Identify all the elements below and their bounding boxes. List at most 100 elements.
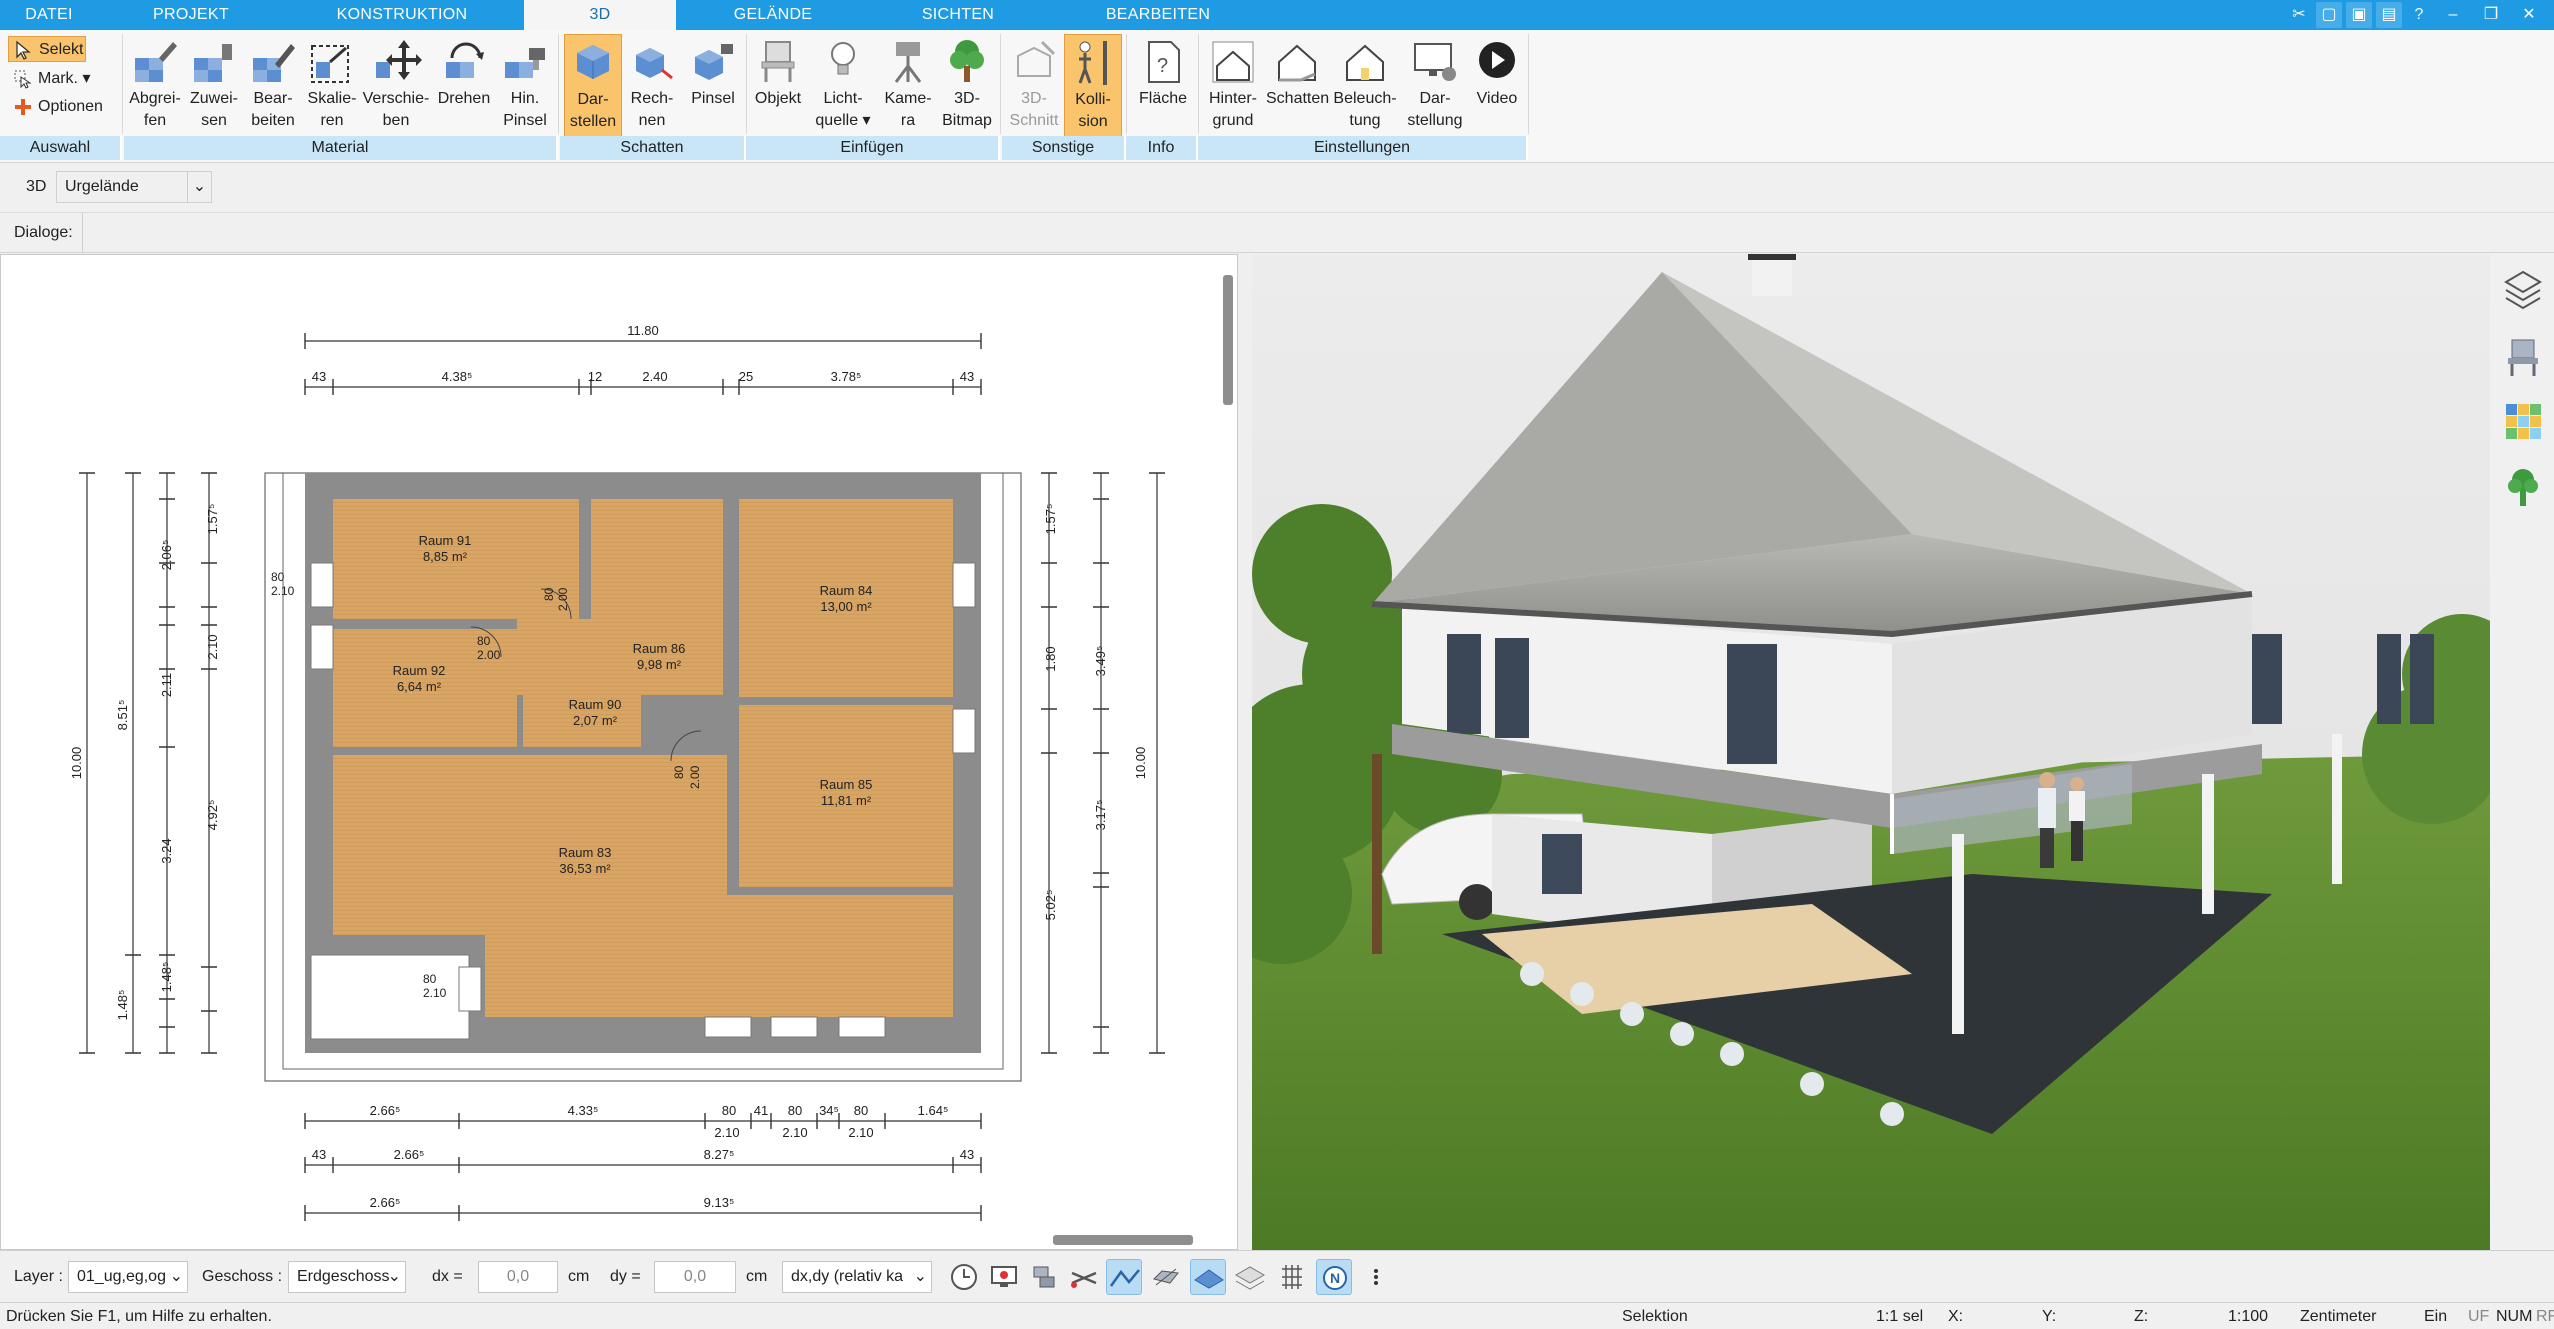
room-83-name: Raum 83 — [559, 845, 612, 860]
bottom-toolbar: Layer : 01_ug,eg,og ⌄ Geschoss : Erdgesc… — [0, 1250, 2554, 1302]
plane-icon[interactable] — [1190, 1259, 1226, 1295]
scale-material-button[interactable]: Skalie- ren — [304, 34, 360, 138]
monitor-record-icon[interactable] — [986, 1259, 1022, 1295]
svg-text:41: 41 — [754, 1103, 768, 1118]
chevron-down-icon: ⌄ — [187, 172, 211, 202]
mark-button[interactable]: Mark. ▾ — [8, 66, 90, 92]
options-button[interactable]: Optionen — [8, 94, 103, 120]
horizontal-scrollbar[interactable] — [1053, 1235, 1193, 1245]
window-controls: ✂ ▢ ▣ ▤ ? – ❐ ✕ — [2286, 2, 2546, 28]
person-wall-icon — [1078, 41, 1107, 85]
dy-unit: cm — [746, 1268, 768, 1285]
tab-projekt[interactable]: PROJEKT — [98, 0, 284, 30]
compute-shadow-button[interactable]: Rech- nen — [622, 34, 682, 138]
plants-icon[interactable] — [2504, 466, 2542, 510]
room-86-area: 9,98 m² — [637, 657, 682, 672]
dx-label: dx = — [432, 1268, 463, 1285]
room-84[interactable] — [739, 499, 953, 697]
help-icon[interactable]: ? — [2406, 2, 2432, 28]
window-icon-c[interactable]: ▤ — [2376, 2, 2402, 28]
display-button[interactable]: Dar- stellung — [1402, 34, 1468, 138]
tab-datei[interactable]: DATEI — [0, 0, 98, 30]
pick-material-button[interactable]: Abgrei- fen — [124, 34, 186, 138]
terrain-dropdown[interactable]: Urgelände ⌄ — [56, 171, 212, 203]
shadow-brush-button[interactable]: Pinsel — [682, 34, 744, 138]
objects-icon[interactable] — [1026, 1259, 1062, 1295]
svg-text:80: 80 — [788, 1103, 802, 1118]
cut-icon[interactable] — [1066, 1259, 1102, 1295]
svg-text:2.11: 2.11 — [159, 673, 174, 697]
restore-button[interactable]: ❐ — [2474, 2, 2508, 28]
bitmap-3d-button[interactable]: 3D- Bitmap — [938, 34, 996, 138]
brush-material-button[interactable]: Hin. Pinsel — [496, 34, 554, 138]
tab-konstruktion[interactable]: KONSTRUKTION — [284, 0, 520, 30]
room-92-area: 6,64 m² — [397, 679, 442, 694]
room-91-name: Raum 91 — [419, 533, 472, 548]
layers-icon[interactable] — [2504, 268, 2542, 312]
snap-terrain-icon[interactable] — [1106, 1259, 1142, 1295]
north-icon[interactable]: N — [1316, 1259, 1352, 1295]
status-x: X: — [1948, 1308, 1964, 1325]
plus-icon — [15, 99, 31, 115]
dy-input[interactable]: 0,0 — [654, 1261, 736, 1293]
minimize-button[interactable]: – — [2436, 2, 2470, 28]
svg-text:N: N — [1330, 1270, 1340, 1286]
show-shadow-button[interactable]: Dar- stellen — [564, 34, 622, 138]
svg-text:1.57⁵: 1.57⁵ — [205, 504, 220, 535]
more-options-icon[interactable] — [1366, 1259, 1386, 1295]
coordinate-mode-select[interactable]: dx,dy (relativ ka ⌄ — [782, 1261, 932, 1293]
svg-text:80: 80 — [854, 1103, 868, 1118]
rotate-material-button[interactable]: Drehen — [432, 34, 496, 138]
status-selection: 1:1 sel — [1876, 1308, 1924, 1325]
collision-button[interactable]: Kolli- sion — [1064, 34, 1122, 138]
camera-button[interactable]: Kame- ra — [878, 34, 938, 138]
layer-select[interactable]: 01_ug,eg,og ⌄ — [68, 1261, 188, 1293]
room-85-area: 11,81 m² — [821, 793, 872, 808]
hatching-icon[interactable] — [1148, 1259, 1184, 1295]
window-icon-b[interactable]: ▣ — [2346, 2, 2372, 28]
chevron-down-icon: ⌄ — [913, 1262, 927, 1292]
group-einstellungen: Einstellungen — [1198, 136, 1528, 160]
svg-text:43: 43 — [960, 369, 974, 384]
lighting-button[interactable]: Beleuch- tung — [1330, 34, 1400, 138]
tab-3d[interactable]: 3D — [524, 0, 676, 30]
layers-stack-icon[interactable] — [1232, 1259, 1268, 1295]
svg-text:3.78⁵: 3.78⁵ — [831, 369, 862, 384]
floor-plan-view[interactable]: Raum 91 8,85 m² Raum 86 9,98 m² Raum 84 … — [0, 254, 1238, 1250]
dx-input[interactable]: 0,0 — [478, 1261, 558, 1293]
window-icon-a[interactable]: ▢ — [2316, 2, 2342, 28]
group-schatten: Schatten — [560, 136, 746, 160]
clock-icon[interactable] — [946, 1259, 982, 1295]
vertical-scrollbar[interactable] — [1223, 275, 1233, 405]
edit-material-button[interactable]: Bear- beiten — [242, 34, 304, 138]
view-3d[interactable] — [1252, 254, 2490, 1250]
background-button[interactable]: Hinter- grund — [1200, 34, 1266, 138]
tab-gelaende[interactable]: GELÄNDE — [676, 0, 870, 30]
materials-icon[interactable] — [2504, 400, 2542, 444]
assign-material-button[interactable]: Zuwei- sen — [186, 34, 242, 138]
tab-bearbeiten[interactable]: BEARBEITEN — [1046, 0, 1270, 30]
status-ein: Ein — [2424, 1308, 2448, 1325]
eyedropper-icon — [135, 42, 177, 82]
svg-text:2.00: 2.00 — [688, 765, 702, 789]
furniture-icon[interactable] — [2504, 336, 2542, 380]
insert-object-button[interactable]: Objekt — [748, 34, 808, 138]
select-button[interactable]: Selekt — [8, 36, 86, 62]
video-button[interactable]: Video — [1468, 34, 1526, 138]
tab-sichten[interactable]: SICHTEN — [870, 0, 1046, 30]
svg-text:25: 25 — [739, 369, 753, 384]
status-rf: RF — [2536, 1308, 2554, 1325]
section-3d-button[interactable]: 3D- Schnitt — [1006, 34, 1062, 138]
move-material-button[interactable]: Verschie- ben — [360, 34, 432, 138]
area-button[interactable]: ? Fläche — [1130, 34, 1196, 138]
floor-label: Geschoss : — [202, 1268, 283, 1285]
dialogs-label: Dialoge: — [14, 224, 73, 241]
grid-icon[interactable] — [1274, 1259, 1310, 1295]
floor-select[interactable]: Erdgeschoss ⌄ — [288, 1261, 406, 1293]
group-einfuegen: Einfügen — [746, 136, 1000, 160]
light-source-button[interactable]: Licht- quelle ▾ — [808, 34, 878, 138]
panel-splitter[interactable] — [1238, 254, 1252, 1250]
close-button[interactable]: ✕ — [2512, 2, 2546, 28]
tools-icon[interactable]: ✂ — [2286, 2, 2312, 28]
shadow-settings-button[interactable]: Schatten — [1266, 34, 1329, 138]
